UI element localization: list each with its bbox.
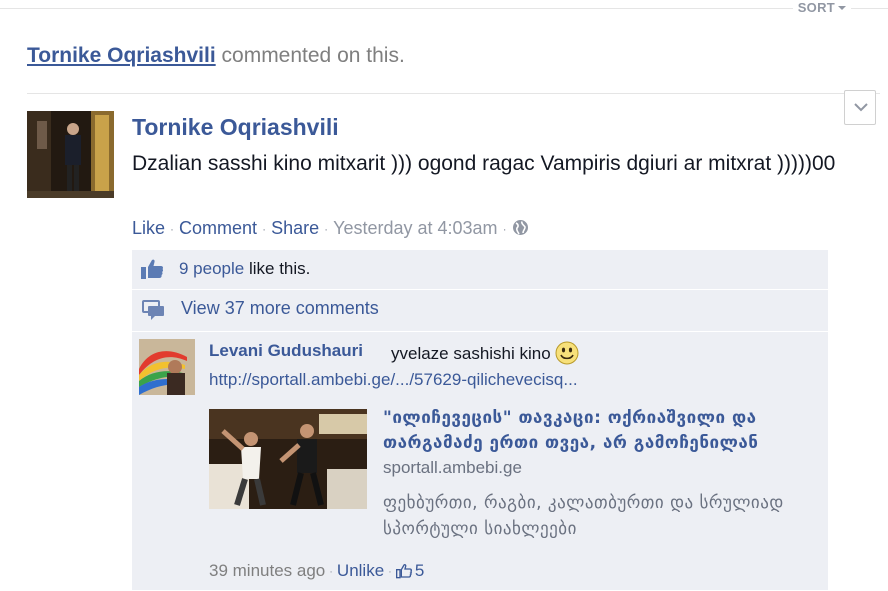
smiley-icon <box>555 341 579 370</box>
thumbs-up-icon <box>395 563 412 584</box>
shared-link-domain: sportall.ambebi.ge <box>383 458 522 477</box>
view-more-comments-link[interactable]: View 37 more comments <box>181 298 379 319</box>
post-text: Dzalian sasshi kino mitxarit ))) ogond r… <box>132 152 836 175</box>
thumbs-up-icon <box>140 258 164 285</box>
shared-link-image <box>209 409 367 509</box>
ufi-box: 9 people like this. View 37 more comment… <box>132 250 828 590</box>
comment-body: yvelaze sashishi kino <box>391 344 551 363</box>
sort-label: SORT <box>797 0 835 15</box>
likes-summary: 9 people like this. <box>179 259 310 279</box>
comment-url-link[interactable]: http://sportall.ambebi.ge/.../57629-qili… <box>209 370 578 390</box>
shared-link-thumbnail[interactable] <box>209 409 367 509</box>
commenter-avatar[interactable] <box>139 339 195 395</box>
story-action-text: commented on this. <box>221 44 405 67</box>
separator-dot: · <box>502 222 507 237</box>
commenter-avatar-image <box>139 339 195 395</box>
comment-bubble-icon <box>142 299 166 326</box>
top-divider <box>0 8 888 9</box>
view-more-row[interactable]: View 37 more comments <box>132 290 828 330</box>
comment-meta: 39 minutes ago · Unlike · 5 <box>209 561 424 584</box>
share-link[interactable]: Share <box>271 218 319 238</box>
post-author-link[interactable]: Tornike Oqriashvili <box>132 114 339 141</box>
comment-text: yvelaze sashishi kino <box>391 341 579 370</box>
shared-link-title[interactable]: "ილიჩევეცის" თავკაცი: ოქრიაშვილი და თარგ… <box>383 406 813 456</box>
chevron-down-icon <box>854 103 868 112</box>
shared-link-description: ფეხბურთი, რაგბი, კალათბურთი და სრულიად ს… <box>383 493 784 539</box>
likes-count-link[interactable]: 9 people <box>179 259 244 278</box>
caret-down-icon <box>838 5 846 10</box>
likes-suffix: like this. <box>248 259 311 278</box>
comment-link[interactable]: Comment <box>179 218 257 238</box>
like-link[interactable]: Like <box>132 218 165 238</box>
comment-timestamp[interactable]: 39 minutes ago <box>209 561 325 580</box>
sort-button[interactable]: SORT <box>792 0 851 16</box>
story-actor-link[interactable]: Tornike Oqriashvili <box>27 44 216 67</box>
comment-like-count: 5 <box>414 561 425 580</box>
profile-photo-image <box>27 111 114 198</box>
comment-item: Levani Gudushauri yvelaze sashishi kino … <box>132 332 828 590</box>
story-options-button[interactable] <box>844 90 876 125</box>
likes-row: 9 people like this. <box>132 250 828 289</box>
post-timestamp[interactable]: Yesterday at 4:03am <box>333 218 497 238</box>
globe-icon[interactable] <box>512 219 529 241</box>
separator-dot: · <box>329 565 333 578</box>
story-header: Tornike Oqriashvili commented on this. <box>27 44 405 68</box>
comment-likes-link[interactable]: 5 <box>395 561 425 580</box>
separator-dot: · <box>388 565 392 578</box>
story-divider <box>27 93 880 94</box>
separator-dot: · <box>262 222 267 237</box>
unlike-link[interactable]: Unlike <box>337 561 384 580</box>
separator-dot: · <box>170 222 175 237</box>
profile-photo[interactable] <box>27 111 114 198</box>
separator-dot: · <box>324 222 329 237</box>
comment-author-link[interactable]: Levani Gudushauri <box>209 341 363 361</box>
post-actions: Like · Comment · Share · Yesterday at 4:03am · <box>132 218 529 241</box>
